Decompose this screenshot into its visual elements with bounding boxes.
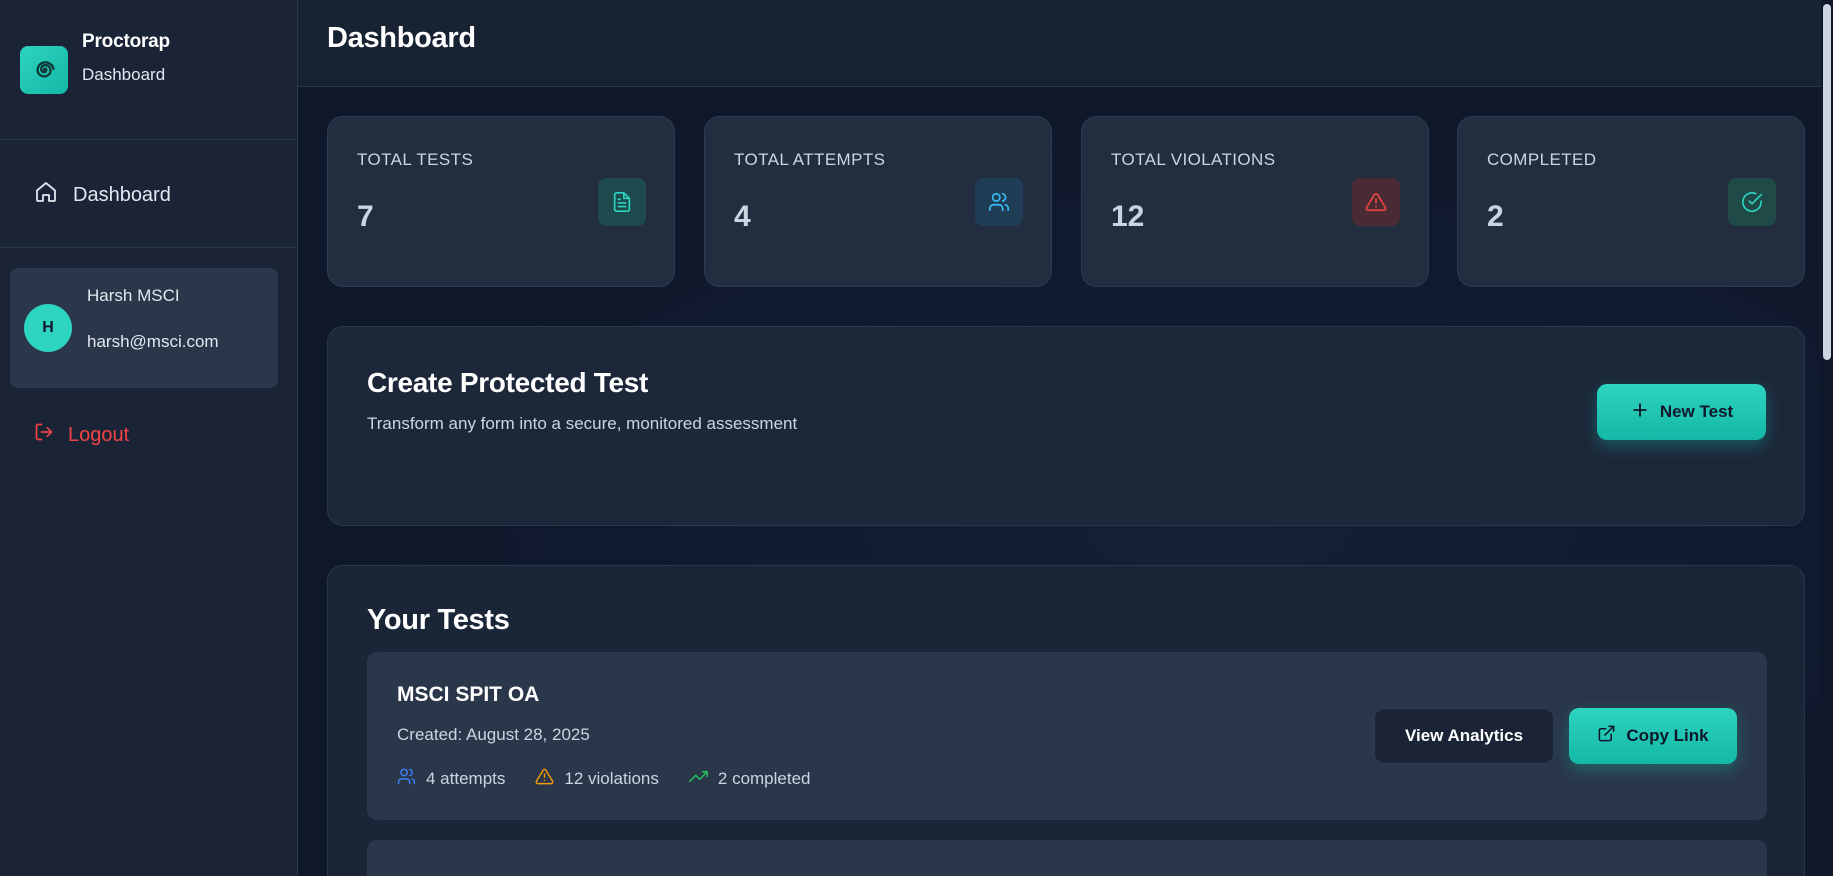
- test-meta: 4 attempts 12 violations 2 completed: [397, 767, 841, 791]
- test-name: MSCI SPIT OA: [397, 683, 540, 706]
- scrollbar-thumb[interactable]: [1823, 4, 1831, 360]
- sidebar-divider: [0, 139, 298, 140]
- brand-name: Proctorap: [82, 31, 170, 52]
- sidebar-item-dashboard[interactable]: Dashboard: [34, 180, 171, 210]
- stat-card-completed: COMPLETED 2: [1457, 116, 1805, 287]
- attempts-count: 4 attempts: [397, 767, 505, 791]
- copy-link-button[interactable]: Copy Link: [1569, 708, 1737, 764]
- create-test-title: Create Protected Test: [367, 367, 649, 398]
- stat-value: 12: [1111, 200, 1145, 233]
- sidebar-item-label: Dashboard: [73, 183, 171, 206]
- list-item: [367, 840, 1767, 876]
- main-content: TOTAL TESTS 7 TOTAL ATTEMPTS 4 TOTAL VIO…: [298, 87, 1833, 876]
- logout-icon: [34, 422, 54, 448]
- sidebar: Proctorap Dashboard Dashboard H Harsh MS…: [0, 0, 298, 876]
- brand[interactable]: Proctorap Dashboard: [20, 29, 170, 94]
- alert-triangle-icon: [535, 767, 554, 791]
- create-test-description: Transform any form into a secure, monito…: [367, 414, 798, 433]
- users-icon: [975, 178, 1023, 226]
- stat-card-total-tests: TOTAL TESTS 7: [327, 116, 675, 287]
- create-test-card: Create Protected Test Transform any form…: [327, 326, 1805, 526]
- page-title: Dashboard: [327, 22, 476, 54]
- stat-value: 7: [357, 200, 374, 233]
- new-test-label: New Test: [1659, 402, 1734, 421]
- completed-count: 2 completed: [688, 767, 811, 791]
- test-created-date: Created: August 28, 2025: [397, 725, 590, 744]
- file-text-icon: [598, 178, 646, 226]
- alert-triangle-icon: [1352, 178, 1400, 226]
- user-email: harsh@msci.com: [87, 332, 219, 351]
- your-tests-title: Your Tests: [367, 604, 510, 636]
- home-icon: [34, 180, 58, 210]
- stat-label: TOTAL VIOLATIONS: [1111, 150, 1276, 169]
- plus-icon: [1630, 400, 1650, 425]
- stat-value: 4: [734, 200, 751, 233]
- users-icon: [397, 767, 416, 791]
- stat-card-total-attempts: TOTAL ATTEMPTS 4: [704, 116, 1052, 287]
- violations-count: 12 violations: [535, 767, 659, 791]
- view-analytics-button[interactable]: View Analytics: [1374, 708, 1554, 764]
- your-tests-card: Your Tests MSCI SPIT OA Created: August …: [327, 565, 1805, 876]
- external-link-icon: [1597, 724, 1616, 748]
- logout-label: Logout: [68, 423, 130, 446]
- stat-label: TOTAL ATTEMPTS: [734, 150, 886, 169]
- avatar: H: [24, 304, 72, 352]
- stat-card-total-violations: TOTAL VIOLATIONS 12: [1081, 116, 1429, 287]
- logout-button[interactable]: Logout: [34, 422, 129, 448]
- user-card[interactable]: H Harsh MSCI harsh@msci.com: [10, 268, 278, 388]
- top-bar: Dashboard: [298, 0, 1833, 87]
- copy-link-label: Copy Link: [1626, 726, 1709, 745]
- scrollbar[interactable]: [1821, 0, 1833, 876]
- logo-icon: [20, 46, 68, 94]
- list-item: MSCI SPIT OA Created: August 28, 2025 4 …: [367, 652, 1767, 820]
- sidebar-divider: [0, 247, 298, 248]
- stat-value: 2: [1487, 200, 1504, 233]
- brand-subtitle: Dashboard: [82, 65, 166, 84]
- user-name: Harsh MSCI: [87, 286, 180, 305]
- new-test-button[interactable]: New Test: [1597, 384, 1766, 440]
- check-circle-icon: [1728, 178, 1776, 226]
- trending-up-icon: [688, 767, 708, 791]
- stat-label: TOTAL TESTS: [357, 150, 474, 169]
- stat-label: COMPLETED: [1487, 150, 1597, 169]
